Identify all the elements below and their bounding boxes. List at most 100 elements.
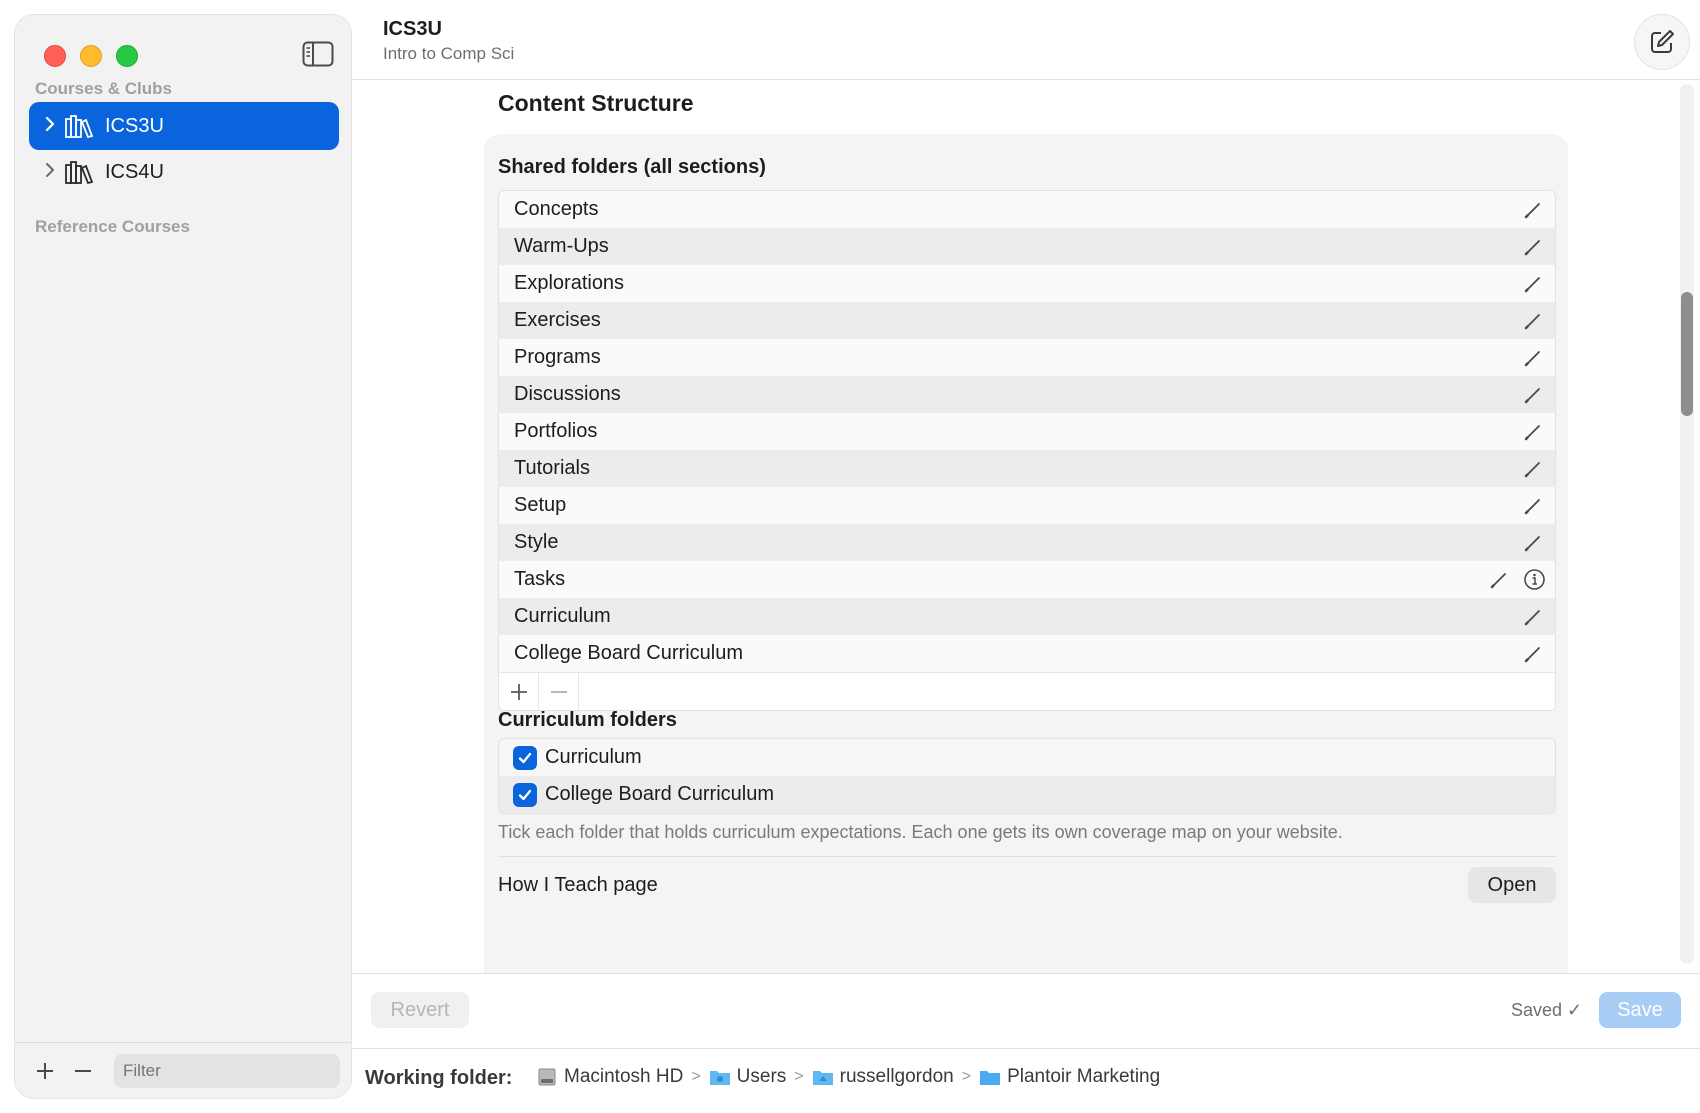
edit-icon[interactable] [1523, 422, 1543, 442]
checkbox-label: College Board Curriculum [545, 783, 774, 805]
list-item[interactable]: Setup [499, 487, 1555, 524]
open-button[interactable]: Open [1468, 867, 1556, 903]
list-item[interactable]: Explorations [499, 265, 1555, 302]
plus-icon [510, 683, 527, 700]
page-title: ICS3U [383, 18, 442, 40]
folder-name: Concepts [514, 198, 599, 220]
path-segment[interactable]: Plantoir Marketing [979, 1066, 1160, 1088]
chevron-right-icon[interactable] [37, 162, 63, 182]
folder-name: Explorations [514, 272, 625, 294]
folder-name: Warm-Ups [514, 235, 609, 257]
shared-folders-list: Concepts Warm-Ups Explorations Exercises… [498, 190, 1556, 711]
edit-icon[interactable] [1523, 311, 1543, 331]
checkbox-checked[interactable] [513, 745, 537, 770]
path-segment[interactable]: russellgordon [812, 1066, 954, 1088]
compose-icon [1651, 30, 1674, 53]
list-item[interactable]: Curriculum [499, 598, 1555, 635]
zoom-window-button[interactable] [116, 45, 138, 67]
folder-name: Curriculum [514, 605, 611, 627]
sidebar-item-ics3u[interactable]: ICS3U [29, 102, 339, 150]
content-panel: Shared folders (all sections) Concepts W… [484, 134, 1568, 973]
list-item[interactable]: Style [499, 524, 1555, 561]
checkbox-label: Curriculum [545, 746, 642, 768]
remove-course-button[interactable] [69, 1057, 97, 1085]
list-item[interactable]: Discussions [499, 376, 1555, 413]
list-item[interactable]: Tutorials [499, 450, 1555, 487]
folder-name: Tasks [514, 568, 566, 590]
edit-icon[interactable] [1523, 644, 1543, 664]
sidebar-item-ics4u[interactable]: ICS4U [29, 148, 339, 196]
list-item[interactable]: Portfolios [499, 413, 1555, 450]
compose-button[interactable] [1634, 14, 1690, 70]
remove-folder-button[interactable] [539, 672, 579, 710]
checkmark-icon [518, 789, 532, 800]
list-item[interactable]: Tasks [499, 561, 1555, 598]
hard-drive-icon [538, 1068, 556, 1086]
path-segment[interactable]: Macintosh HD [536, 1066, 683, 1088]
revert-button[interactable]: Revert [371, 992, 469, 1028]
folder-name: Style [514, 531, 559, 553]
edit-icon[interactable] [1523, 348, 1543, 368]
sidebar-item-label: ICS3U [105, 114, 164, 137]
add-folder-button[interactable] [499, 672, 539, 710]
how-i-teach-label: How I Teach page [498, 874, 658, 896]
divider [352, 1048, 1700, 1049]
list-item[interactable]: Exercises [499, 302, 1555, 339]
path-label: Plantoir Marketing [1007, 1066, 1161, 1087]
checkmark-icon [518, 752, 532, 763]
info-icon[interactable] [1523, 568, 1546, 591]
chevron-right-icon[interactable] [37, 116, 63, 136]
list-item[interactable]: College Board Curriculum [499, 635, 1555, 672]
list-item[interactable]: Programs [499, 339, 1555, 376]
folder-name: Programs [514, 346, 601, 368]
save-button[interactable]: Save [1599, 992, 1681, 1028]
curriculum-folders-label: Curriculum folders [498, 709, 677, 731]
curriculum-hint: Tick each folder that holds curriculum e… [498, 822, 1343, 842]
edit-icon[interactable] [1523, 385, 1543, 405]
edit-icon[interactable] [1523, 607, 1543, 627]
filter-input[interactable] [114, 1054, 340, 1088]
scrollbar-track[interactable] [1680, 84, 1694, 964]
header: ICS3U Intro to Comp Sci [352, 0, 1700, 80]
path-segment[interactable]: Users [709, 1066, 787, 1088]
list-item[interactable]: Warm-Ups [499, 228, 1555, 265]
curriculum-folders-list: Curriculum College Board Curriculum [498, 738, 1556, 814]
section-header-courses: Courses & Clubs [35, 79, 172, 98]
close-window-button[interactable] [44, 45, 66, 67]
main-content: Content Structure Shared folders (all se… [352, 80, 1700, 973]
path-label: Users [736, 1066, 787, 1087]
list-item[interactable]: Concepts [499, 191, 1555, 228]
scrollbar-thumb[interactable] [1681, 292, 1693, 416]
chevron-right-icon: > [691, 1068, 701, 1085]
folder-name: Setup [514, 494, 567, 516]
folder-name: College Board Curriculum [514, 642, 743, 664]
edit-icon[interactable] [1523, 200, 1543, 220]
books-icon [65, 161, 93, 184]
app-window: Courses & Clubs ICS3U ICS4U Reference Co… [0, 0, 1700, 1113]
checkbox-checked[interactable] [513, 782, 537, 807]
folder-name: Discussions [514, 383, 621, 405]
books-icon [65, 115, 93, 138]
edit-icon[interactable] [1523, 237, 1543, 257]
folder-name: Tutorials [514, 457, 590, 479]
edit-icon[interactable] [1523, 459, 1543, 479]
list-item[interactable]: Curriculum [499, 739, 1555, 776]
list-item[interactable]: College Board Curriculum [499, 776, 1555, 813]
page-subtitle: Intro to Comp Sci [383, 44, 515, 63]
edit-icon[interactable] [1523, 274, 1543, 294]
add-course-button[interactable] [31, 1057, 59, 1085]
edit-icon[interactable] [1523, 496, 1543, 516]
sidebar-item-label: ICS4U [105, 160, 164, 183]
saved-status: Saved ✓ [1511, 1000, 1583, 1020]
path-label: Macintosh HD [564, 1066, 684, 1087]
edit-icon[interactable] [1523, 533, 1543, 553]
edit-icon[interactable] [1489, 570, 1509, 590]
working-folder-label: Working folder: [365, 1067, 513, 1089]
sidebar: Courses & Clubs ICS3U ICS4U Reference Co… [14, 14, 352, 1099]
divider [498, 856, 1556, 857]
section-header-reference: Reference Courses [35, 217, 190, 236]
minimize-window-button[interactable] [80, 45, 102, 67]
path-control[interactable]: Macintosh HD > Users > russellgordon > P… [536, 1066, 1160, 1088]
shared-folders-label: Shared folders (all sections) [498, 156, 766, 178]
sidebar-toggle-icon[interactable] [302, 41, 334, 67]
